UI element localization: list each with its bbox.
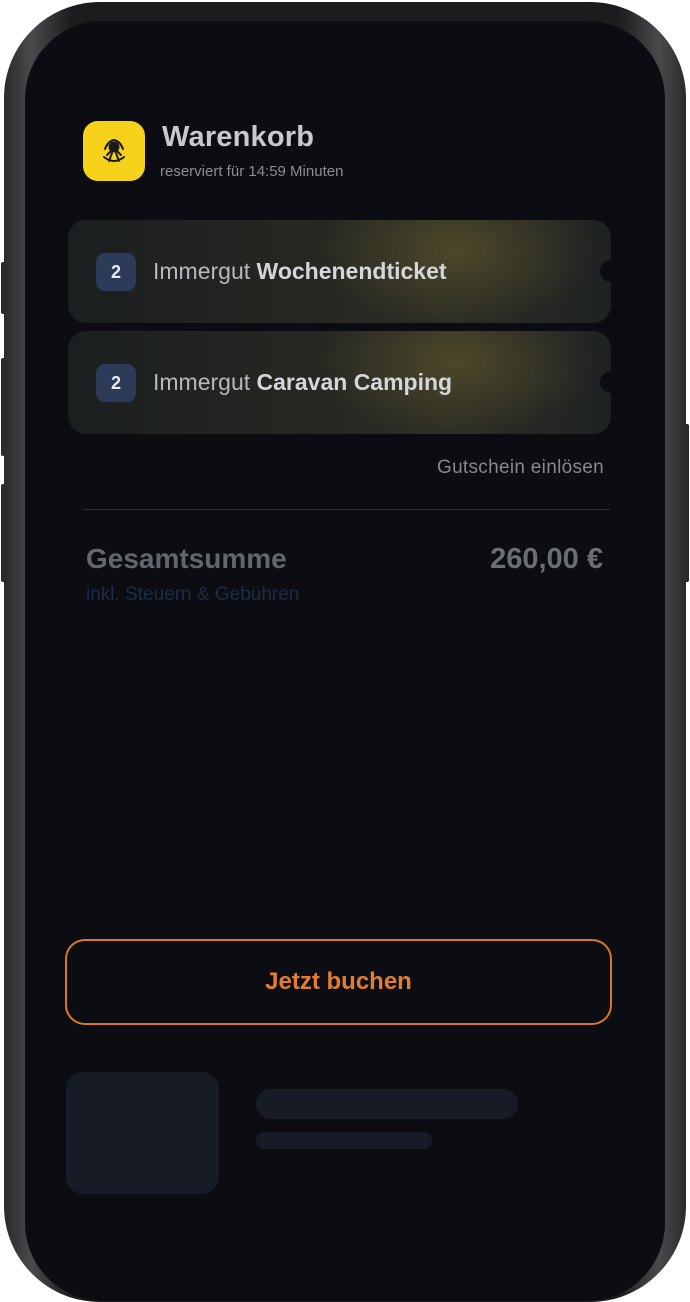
page-title: Warenkorb [162,121,315,153]
skeleton-title-placeholder [256,1089,518,1119]
total-tax-note: inkl. Steuern & Gebühren [86,584,300,605]
cart-item[interactable]: 2 Immergut Caravan Camping [68,331,611,434]
cart-item-name: Immergut Caravan Camping [153,369,452,396]
book-now-button[interactable]: Jetzt buchen [65,939,612,1025]
festival-logo-icon [83,121,145,181]
cart-header: Warenkorb reserviert für 14:59 Minuten [83,121,583,183]
item-prefix: Immergut [153,369,251,395]
divider [83,509,610,510]
total-amount: 260,00 € [490,543,603,575]
side-button-left-2 [1,358,5,456]
item-prefix: Immergut [153,258,251,284]
quantity-badge: 2 [96,364,136,402]
quantity-badge: 2 [96,253,136,291]
ticket-notch [600,260,611,282]
reservation-timer: reserviert für 14:59 Minuten [160,163,344,180]
item-title: Wochenendticket [256,258,447,284]
side-button-left-3 [1,484,5,582]
side-button-right [685,424,689,582]
total-label: Gesamtsumme [86,543,287,574]
redeem-voucher-link[interactable]: Gutschein einlösen [437,457,604,479]
side-button-left-1 [1,262,5,314]
screen: Warenkorb reserviert für 14:59 Minuten 2… [25,21,665,1301]
skeleton-text-placeholder [256,1132,432,1149]
ticket-notch [600,371,611,393]
cart-item[interactable]: 2 Immergut Wochenendticket [68,220,611,323]
item-title: Caravan Camping [256,369,453,395]
cart-item-name: Immergut Wochenendticket [153,258,447,285]
skeleton-image-placeholder [66,1072,219,1194]
